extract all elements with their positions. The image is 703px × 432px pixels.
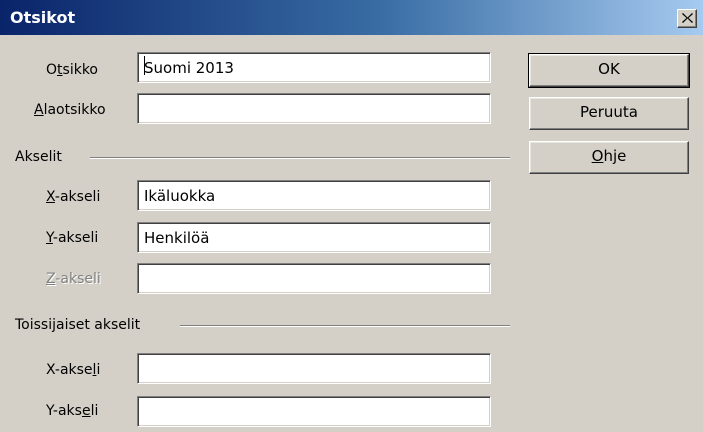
title-input[interactable] [137, 52, 491, 83]
secondary-x-axis-input[interactable] [137, 353, 491, 384]
title-label: Otsikko [46, 62, 98, 78]
secondary-axes-divider [180, 325, 510, 327]
text-caret [144, 56, 145, 75]
subtitle-input[interactable] [137, 93, 491, 124]
secondary-axes-heading: Toissijaiset akselit [15, 317, 141, 333]
ok-button[interactable]: OK [528, 53, 690, 88]
secondary-y-axis-label: Y-akseli [46, 403, 99, 419]
secondary-x-axis-label: X-akseli [46, 362, 101, 378]
subtitle-label: Alaotsikko [34, 102, 106, 118]
axes-section-heading: Akselit [15, 149, 62, 165]
z-axis-input [137, 263, 491, 294]
close-icon[interactable] [677, 9, 697, 28]
window-title: Otsikot [10, 8, 76, 27]
y-axis-label: Y-akseli [46, 230, 99, 246]
axes-section-divider [90, 157, 510, 159]
z-axis-label: Z-akseli [46, 271, 101, 287]
close-x-icon [682, 13, 693, 23]
secondary-y-axis-input[interactable] [137, 396, 491, 427]
x-axis-label: X-akseli [46, 189, 101, 205]
y-axis-input[interactable] [137, 222, 491, 253]
x-axis-input[interactable] [137, 180, 491, 211]
cancel-button[interactable]: Peruuta [529, 97, 689, 130]
title-bar: Otsikot [0, 0, 703, 35]
help-button[interactable]: Ohje [529, 141, 689, 174]
